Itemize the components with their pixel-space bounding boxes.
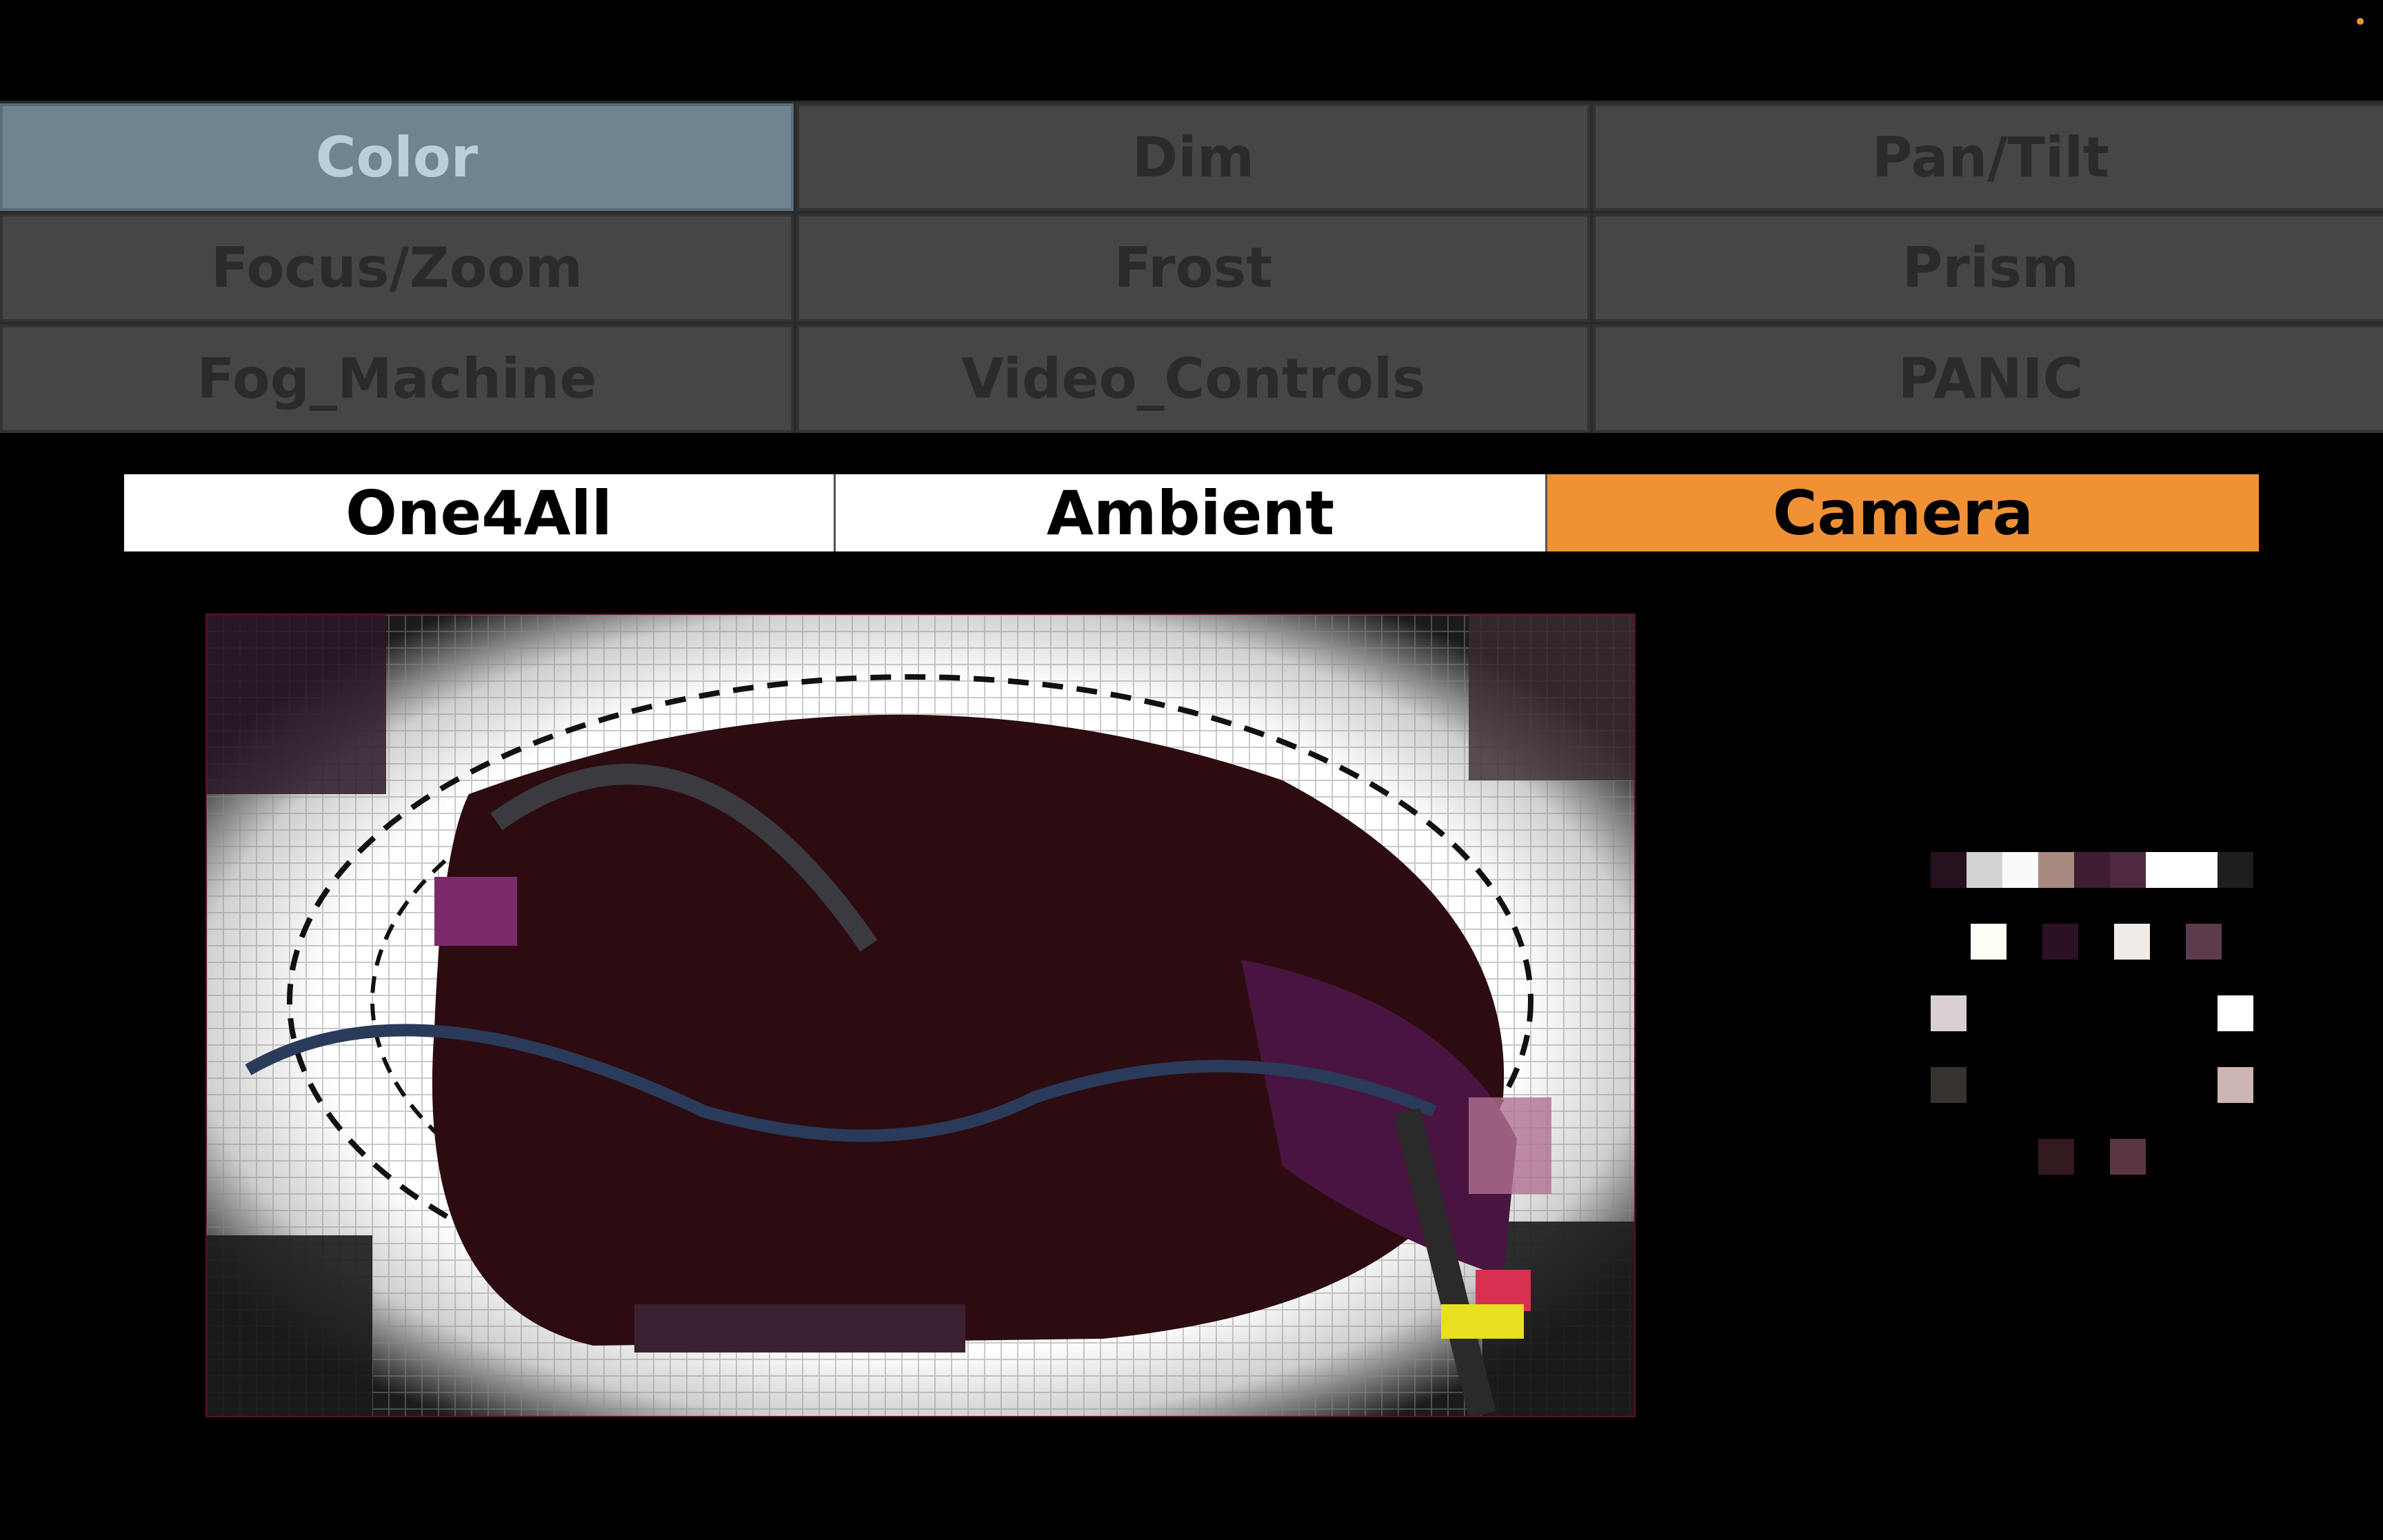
category-panic-button[interactable]: PANIC	[1593, 325, 2383, 433]
swatch-ring-7[interactable]	[1931, 1067, 1967, 1103]
category-video-controls-button[interactable]: Video_Controls	[796, 325, 1590, 433]
swatch-top-5[interactable]	[2074, 852, 2110, 888]
swatch-top-9[interactable]	[2218, 852, 2253, 888]
mode-tab-one4all[interactable]: One4All	[124, 474, 836, 551]
swatch-top-4[interactable]	[2038, 852, 2074, 888]
swatch-ring-6[interactable]	[2218, 995, 2253, 1031]
category-grid: Color Dim Pan/Tilt Focus/Zoom Frost Pris…	[0, 101, 2383, 433]
swatch-ring-1[interactable]	[1971, 924, 2007, 960]
mode-tabs: One4All Ambient Camera	[124, 474, 2259, 551]
swatch-top-2[interactable]	[1967, 852, 2002, 888]
camera-feed-view[interactable]	[205, 614, 1636, 1417]
category-dim-button[interactable]: Dim	[796, 103, 1590, 211]
swatch-ring-2[interactable]	[2042, 924, 2078, 960]
swatch-top-6[interactable]	[2110, 852, 2146, 888]
swatch-ring-5[interactable]	[1931, 995, 1967, 1031]
swatch-ring-9[interactable]	[2038, 1139, 2074, 1175]
camera-feed-image	[207, 615, 1634, 1416]
category-fog-machine-button[interactable]: Fog_Machine	[0, 325, 794, 433]
swatch-top-7[interactable]	[2146, 852, 2182, 888]
swatch-top-3[interactable]	[2002, 852, 2038, 888]
swatch-ring-3[interactable]	[2114, 924, 2150, 960]
mode-tab-camera[interactable]: Camera	[1547, 474, 2259, 551]
category-color-button[interactable]: Color	[0, 103, 794, 211]
status-indicator-dot	[2357, 18, 2364, 25]
swatch-top-8[interactable]	[2182, 852, 2218, 888]
category-pan-tilt-button[interactable]: Pan/Tilt	[1593, 103, 2383, 211]
swatch-ring-8[interactable]	[2218, 1067, 2253, 1103]
category-frost-button[interactable]: Frost	[796, 214, 1590, 322]
swatch-top-1[interactable]	[1931, 852, 1967, 888]
category-prism-button[interactable]: Prism	[1593, 214, 2383, 322]
mode-tab-ambient[interactable]: Ambient	[836, 474, 1547, 551]
swatch-ring-10[interactable]	[2110, 1139, 2146, 1175]
swatch-ring-4[interactable]	[2186, 924, 2222, 960]
color-swatch-panel	[1931, 852, 2262, 1183]
category-focus-zoom-button[interactable]: Focus/Zoom	[0, 214, 794, 322]
